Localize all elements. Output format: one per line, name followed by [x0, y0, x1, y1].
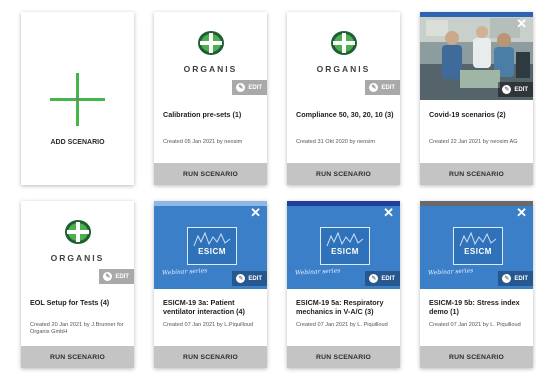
scenario-title: Calibration pre-sets (1): [163, 110, 242, 119]
edit-button[interactable]: ✎ EDIT: [498, 82, 533, 97]
pencil-icon: ✎: [236, 83, 246, 92]
run-scenario-button[interactable]: RUN SCENARIO: [420, 346, 533, 368]
edit-button[interactable]: ✎ EDIT: [365, 271, 400, 286]
pencil-icon: ✎: [369, 274, 379, 283]
scenario-title: Compliance 50, 30, 20, 10 (3): [296, 110, 394, 119]
esicm-logo: ESICM: [320, 227, 370, 265]
organis-logo: ORGANIS: [287, 29, 400, 74]
organis-logo: ORGANIS: [21, 218, 134, 263]
close-icon[interactable]: ✕: [516, 17, 527, 30]
edit-button[interactable]: ✎ EDIT: [232, 80, 267, 95]
pencil-icon: ✎: [103, 272, 113, 281]
pencil-icon: ✎: [236, 274, 246, 283]
run-scenario-button[interactable]: RUN SCENARIO: [154, 346, 267, 368]
scenario-title: ESICM-19 3a: Patient ventilator interact…: [163, 298, 245, 316]
run-scenario-button[interactable]: RUN SCENARIO: [287, 346, 400, 368]
scenario-created: Created 07 Jan 2021 by L. Piquilloud: [429, 322, 521, 328]
scenario-photo: ✕ ✎ EDIT: [420, 12, 533, 100]
run-scenario-button[interactable]: RUN SCENARIO: [21, 346, 134, 368]
scenario-card-eol-setup: ORGANIS ✎ EDIT EOL Setup for Tests (4) C…: [21, 201, 134, 368]
close-icon[interactable]: ✕: [383, 206, 394, 219]
organis-logo-icon: [197, 31, 224, 55]
skyline-icon: [459, 231, 497, 247]
scenario-title: ESICM-19 5a: Respiratory mechanics in V-…: [296, 298, 384, 316]
scenario-card-covid: ✕ ✎ EDIT Covid-19 scenarios (2) Created …: [420, 12, 533, 185]
pencil-icon: ✎: [502, 85, 512, 94]
scenario-title: ESICM-19 5b: Stress index demo (1): [429, 298, 520, 316]
scenario-created: Created 31 Okt 2020 by neosim: [296, 139, 375, 145]
organis-logo: ORGANIS: [154, 29, 267, 74]
scenario-card-esicm-5b: ✕ ESICM Webinar series ✎ EDIT ESICM-19 5…: [420, 201, 533, 368]
add-scenario-card[interactable]: ADD SCENARIO: [21, 12, 134, 185]
edit-button[interactable]: ✎ EDIT: [99, 269, 134, 284]
skyline-icon: [326, 231, 364, 247]
organis-logo-icon: [330, 31, 357, 55]
scenario-title: EOL Setup for Tests (4): [30, 298, 110, 307]
esicm-logo: ESICM: [453, 227, 503, 265]
scenario-created: Created 07 Jan 2021 by L.Piquilloud: [163, 322, 254, 328]
esicm-logo: ESICM: [187, 227, 237, 265]
edit-button[interactable]: ✎ EDIT: [498, 271, 533, 286]
close-icon[interactable]: ✕: [250, 206, 261, 219]
scenario-title: Covid-19 scenarios (2): [429, 110, 506, 119]
run-scenario-button[interactable]: RUN SCENARIO: [154, 163, 267, 185]
scenario-card-esicm-3a: ✕ ESICM Webinar series ✎ EDIT ESICM-19 3…: [154, 201, 267, 368]
scenario-created: Created 20 Jan 2021 by J.Brunner for Org…: [30, 322, 124, 335]
pencil-icon: ✎: [502, 274, 512, 283]
add-scenario-label: ADD SCENARIO: [50, 139, 105, 146]
scenario-created: Created 05 Jan 2021 by neosim: [163, 139, 243, 145]
skyline-icon: [193, 231, 231, 247]
scenario-created: Created 07 Jan 2021 by L. Piquilloud: [296, 322, 388, 328]
scenario-card-compliance: ORGANIS ✎ EDIT Compliance 50, 30, 20, 10…: [287, 12, 400, 185]
run-scenario-button[interactable]: RUN SCENARIO: [287, 163, 400, 185]
edit-button[interactable]: ✎ EDIT: [232, 271, 267, 286]
run-scenario-button[interactable]: RUN SCENARIO: [420, 163, 533, 185]
edit-button[interactable]: ✎ EDIT: [365, 80, 400, 95]
close-icon[interactable]: ✕: [516, 206, 527, 219]
pencil-icon: ✎: [369, 83, 379, 92]
organis-logo-icon: [64, 220, 91, 244]
scenario-card-calibration: ORGANIS ✎ EDIT Calibration pre-sets (1) …: [154, 12, 267, 185]
scenario-created: Created 22 Jan 2021 by neosim AG: [429, 139, 518, 145]
scenario-card-esicm-5a: ✕ ESICM Webinar series ✎ EDIT ESICM-19 5…: [287, 201, 400, 368]
